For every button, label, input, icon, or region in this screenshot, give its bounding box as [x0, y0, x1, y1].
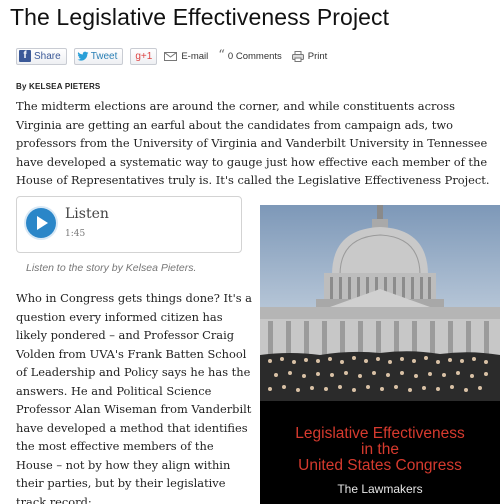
email-link[interactable]: E-mail: [164, 51, 208, 62]
envelope-icon: [164, 51, 178, 61]
print-link[interactable]: Print: [291, 50, 328, 62]
facebook-share-label: Share: [34, 50, 61, 62]
book-title-line: Legislative Effectiveness: [295, 425, 465, 442]
body-paragraph: Who in Congress gets things done? It's a…: [16, 291, 252, 504]
article-title: The Legislative Effectiveness Project: [10, 4, 390, 30]
listen-label: Listen: [65, 206, 109, 222]
comment-quote-icon: “: [218, 48, 225, 63]
email-label: E-mail: [181, 50, 209, 62]
share-bar: f Share Tweet g+1 E-mail “ 0 Comments Pr…: [16, 47, 337, 65]
book-subtitle: The Lawmakers: [337, 482, 423, 496]
book-cover-image: Legislative Effectiveness in the United …: [260, 205, 500, 504]
book-title-line: United States Congress: [298, 457, 462, 474]
audio-caption: Listen to the story by Kelsea Pieters.: [26, 262, 197, 274]
comments-label: 0 Comments: [227, 50, 282, 62]
audio-player: Listen 1:45: [16, 196, 242, 253]
google-plus-label: g+1: [135, 50, 153, 62]
tweet-button[interactable]: Tweet: [73, 47, 124, 65]
audio-duration: 1:45: [65, 229, 86, 239]
byline: By KELSEA PIETERS: [16, 82, 101, 91]
facebook-share-button[interactable]: f Share: [16, 47, 67, 65]
play-button[interactable]: [26, 208, 56, 238]
lead-paragraph: The midterm elections are around the cor…: [16, 99, 490, 187]
google-plus-button[interactable]: g+1: [130, 47, 158, 65]
print-label: Print: [307, 50, 328, 62]
capitol-photo: [260, 205, 500, 420]
tweet-label: Tweet: [90, 50, 118, 62]
printer-icon: [291, 50, 304, 62]
facebook-icon: f: [19, 50, 31, 62]
comments-link[interactable]: “ 0 Comments: [218, 48, 282, 63]
book-title-line: in the: [361, 441, 399, 458]
book-title: Legislative Effectiveness in the United …: [260, 426, 500, 474]
twitter-bird-icon: [77, 51, 89, 61]
